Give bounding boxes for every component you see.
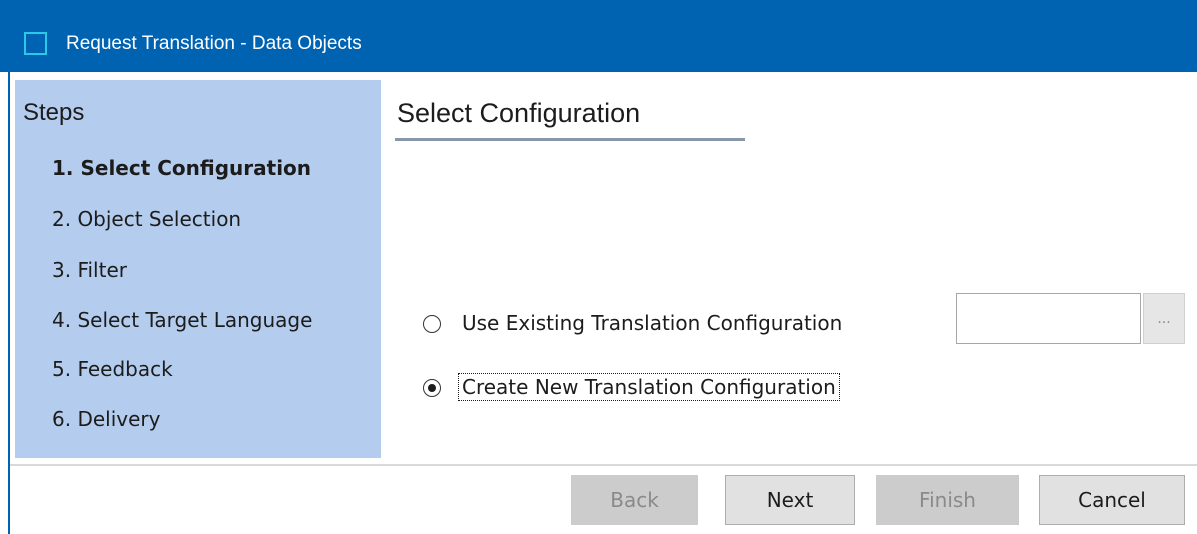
- create-new-label[interactable]: Create New Translation Configuration: [458, 373, 840, 401]
- wizard-window: Request Translation - Data Objects Steps…: [0, 0, 1197, 534]
- step-select-target-language: 4. Select Target Language: [52, 308, 313, 332]
- next-button[interactable]: Next: [725, 475, 855, 525]
- title-bar: Request Translation - Data Objects: [0, 0, 1197, 72]
- cancel-button[interactable]: Cancel: [1039, 475, 1185, 525]
- step-object-selection: 2. Object Selection: [52, 207, 242, 231]
- create-new-radio[interactable]: [423, 379, 441, 397]
- title-underline: [395, 138, 745, 141]
- window-icon: [24, 32, 47, 55]
- use-existing-radio[interactable]: [423, 315, 441, 333]
- use-existing-label[interactable]: Use Existing Translation Configuration: [460, 311, 844, 335]
- step-feedback: 5. Feedback: [52, 357, 173, 381]
- back-button[interactable]: Back: [571, 475, 698, 525]
- existing-config-input[interactable]: [956, 293, 1141, 344]
- page-title: Select Configuration: [397, 98, 641, 128]
- step-delivery: 6. Delivery: [52, 407, 161, 431]
- window-title: Request Translation - Data Objects: [66, 33, 362, 54]
- step-filter: 3. Filter: [52, 258, 127, 282]
- footer-separator: [10, 464, 1197, 466]
- browse-button[interactable]: ...: [1143, 293, 1185, 344]
- finish-button[interactable]: Finish: [876, 475, 1019, 525]
- steps-heading: Steps: [23, 99, 85, 126]
- step-select-configuration: 1. Select Configuration: [52, 156, 312, 180]
